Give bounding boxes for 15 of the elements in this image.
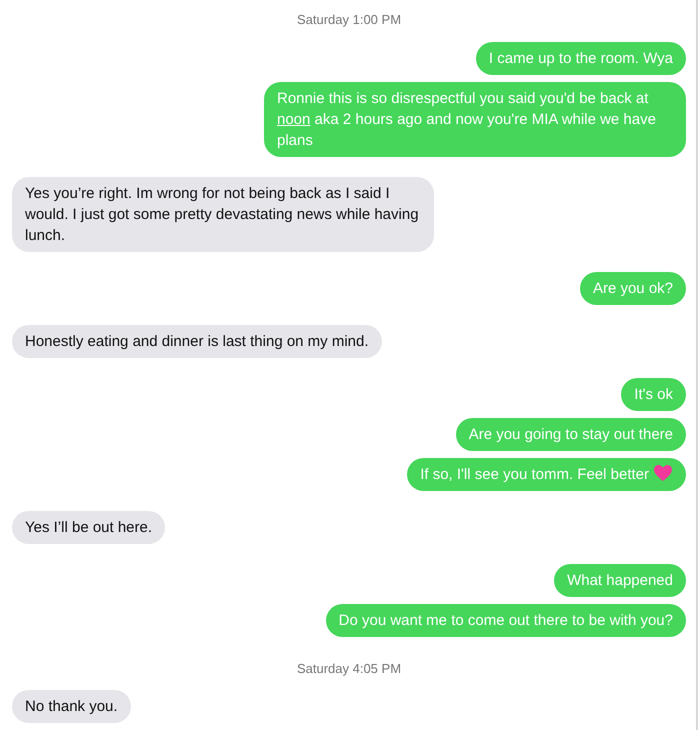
received-message-bubble: Yes you’re right. Im wrong for not being back as I said I would. I just got some pretty devastating news while having lunch. (12, 176, 434, 252)
sent-message-bubble: If so, I'll see you tomm. Feel better (407, 458, 686, 490)
received-message-bubble: Yes I’ll be out here. (12, 510, 166, 544)
received-message-bubble: Honestly eating and dinner is last thing on my mind. (12, 324, 382, 358)
sent-message-bubble: Do you want me to come out there to be with you? (326, 604, 686, 636)
sent-message-bubble: Ronnie this is so disrespectful you said you'd be back at noon aka 2 hours ago and now you're MIA while we have plans (264, 82, 686, 156)
sent-message-bubble: I came up to the room. Wya (476, 42, 686, 74)
timestamp: Saturday 4:05 PM (296, 660, 402, 678)
sent-message-bubble: Are you ok? (580, 272, 686, 304)
sent-message-bubble: What happened (554, 564, 686, 596)
received-message-bubble: No thank you. (12, 690, 131, 723)
timestamp: Saturday 1:00 PM (296, 11, 402, 29)
sent-message-bubble: It's ok (621, 378, 686, 410)
sent-message-bubble: Are you going to stay out there (456, 418, 686, 450)
date-link[interactable]: noon (277, 110, 310, 128)
